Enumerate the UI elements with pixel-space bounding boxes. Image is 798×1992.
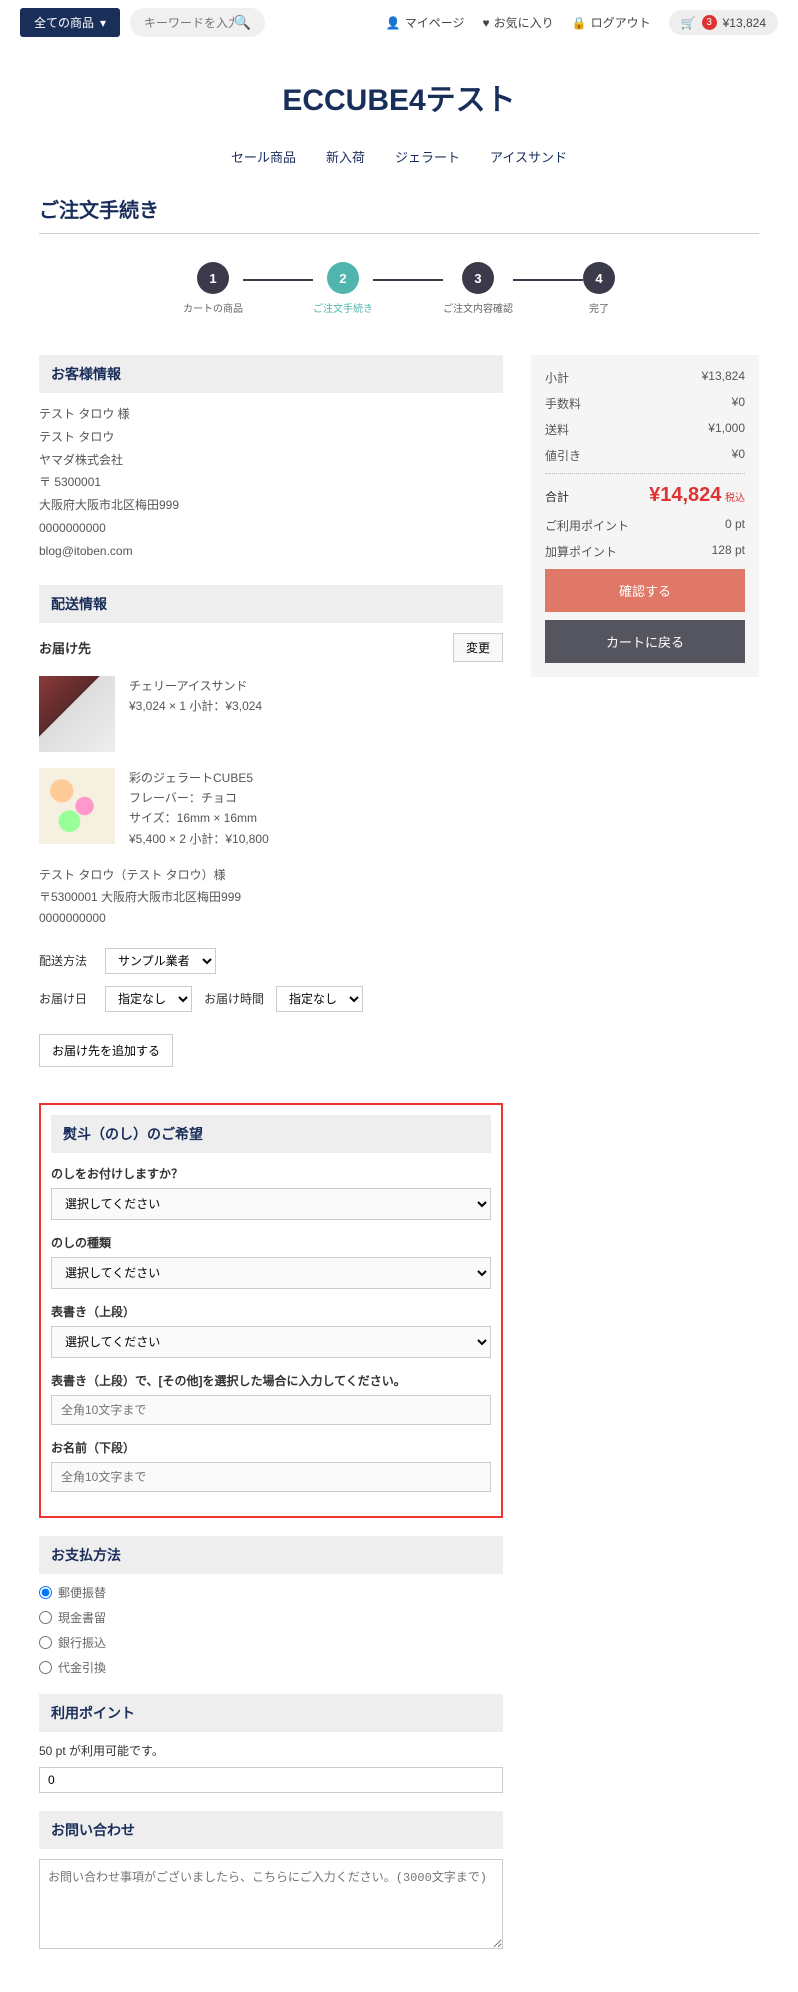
total-value: ¥14,824	[649, 484, 721, 506]
nav-item[interactable]: ジェラート	[395, 147, 460, 166]
page-title: ご注文手続き	[39, 184, 759, 234]
noshi-upper-other-input[interactable]	[51, 1395, 491, 1425]
delivery-date-label: お届け日	[39, 990, 93, 1007]
delivery-date-select[interactable]: 指定なし	[105, 986, 192, 1012]
lock-icon: 🔒	[572, 16, 587, 30]
search-icon[interactable]: 🔍	[234, 14, 251, 31]
favorite-link[interactable]: ♥ お気に入り	[483, 14, 554, 31]
payment-radio[interactable]	[39, 1611, 52, 1624]
noshi-attach-select[interactable]: 選択してください	[51, 1188, 491, 1220]
noshi-q3-label: 表書き（上段）	[51, 1303, 491, 1320]
payment-radio[interactable]	[39, 1636, 52, 1649]
payment-option[interactable]: 現金書留	[39, 1609, 503, 1626]
contact-textarea[interactable]	[39, 1859, 503, 1949]
product-image	[39, 676, 115, 752]
logout-link[interactable]: 🔒 ログアウト	[572, 14, 651, 31]
shipping-method-label: 配送方法	[39, 952, 93, 969]
category-select[interactable]: 全ての商品 ▾	[20, 8, 120, 37]
shipping-address: テスト タロウ（テスト タロウ）様 〒5300001 大阪府大阪市北区梅田999…	[39, 865, 503, 930]
noshi-name-input[interactable]	[51, 1462, 491, 1492]
step-1-circle: 1	[197, 262, 229, 294]
mypage-link[interactable]: 👤 マイページ	[386, 14, 465, 31]
noshi-section-highlight: 熨斗（のし）のご希望 のしをお付けしますか？ 選択してください のしの種類 選択…	[39, 1103, 503, 1518]
add-shipping-button[interactable]: お届け先を追加する	[39, 1034, 173, 1067]
noshi-q1-label: のしをお付けしますか？	[51, 1165, 491, 1182]
heart-icon: ♥	[483, 16, 490, 30]
cart-button[interactable]: 🛒 3 ¥13,824	[669, 10, 778, 35]
chevron-down-icon: ▾	[100, 16, 106, 30]
delivery-time-select[interactable]: 指定なし	[276, 986, 363, 1012]
category-label: 全ての商品	[34, 14, 94, 31]
deliver-label: お届け先	[39, 638, 91, 657]
product-row: 彩のジェラートCUBE5 フレーバー：チョコ サイズ：16mm × 16mm ¥…	[39, 768, 503, 850]
confirm-button[interactable]: 確認する	[545, 569, 745, 612]
section-customer: お客様情報	[39, 355, 503, 393]
section-noshi: 熨斗（のし）のご希望	[51, 1115, 491, 1153]
cart-total: ¥13,824	[723, 16, 766, 30]
change-address-button[interactable]: 変更	[453, 633, 503, 662]
cart-icon: 🛒	[681, 16, 696, 30]
payment-radio[interactable]	[39, 1586, 52, 1599]
customer-info: テスト タロウ 様 テスト タロウ ヤマダ株式会社 〒 5300001 大阪府大…	[39, 403, 503, 563]
noshi-q2-label: のしの種類	[51, 1234, 491, 1251]
back-to-cart-button[interactable]: カートに戻る	[545, 620, 745, 663]
delivery-time-label: お届け時間	[204, 990, 264, 1007]
progress-steps: 1カートの商品 2ご注文手続き 3ご注文内容確認 4完了	[39, 262, 759, 315]
points-input[interactable]	[39, 1767, 503, 1793]
payment-option[interactable]: 代金引換	[39, 1659, 503, 1676]
shipping-method-select[interactable]: サンプル業者	[105, 948, 216, 974]
section-points: 利用ポイント	[39, 1694, 503, 1732]
section-contact: お問い合わせ	[39, 1811, 503, 1849]
user-icon: 👤	[386, 16, 401, 30]
step-3-circle: 3	[462, 262, 494, 294]
step-2-circle: 2	[327, 262, 359, 294]
product-image	[39, 768, 115, 844]
noshi-q4-label: 表書き（上段）で、[その他]を選択した場合に入力してください。	[51, 1372, 491, 1389]
total-label: 合計	[545, 488, 569, 505]
product-row: チェリーアイスサンド ¥3,024 × 1 小計：¥3,024	[39, 676, 503, 752]
search-input[interactable]	[144, 16, 234, 30]
nav-item[interactable]: セール商品	[231, 147, 296, 166]
search-box: 🔍	[130, 8, 265, 37]
nav-item[interactable]: アイスサンド	[490, 147, 567, 166]
nav-item[interactable]: 新入荷	[326, 147, 365, 166]
order-summary: 小計¥13,824 手数料¥0 送料¥1,000 値引き¥0 合計 ¥14,82…	[531, 355, 759, 677]
payment-option[interactable]: 銀行振込	[39, 1634, 503, 1651]
section-shipping: 配送情報	[39, 585, 503, 623]
payment-radio[interactable]	[39, 1661, 52, 1674]
site-logo[interactable]: ECCUBE4テスト	[0, 75, 798, 119]
noshi-q5-label: お名前（下段）	[51, 1439, 491, 1456]
noshi-upper-select[interactable]: 選択してください	[51, 1326, 491, 1358]
step-4-circle: 4	[583, 262, 615, 294]
noshi-type-select[interactable]: 選択してください	[51, 1257, 491, 1289]
cart-count-badge: 3	[702, 15, 717, 30]
points-available: 50 pt が利用可能です。	[39, 1742, 503, 1759]
payment-option[interactable]: 郵便振替	[39, 1584, 503, 1601]
section-payment: お支払方法	[39, 1536, 503, 1574]
